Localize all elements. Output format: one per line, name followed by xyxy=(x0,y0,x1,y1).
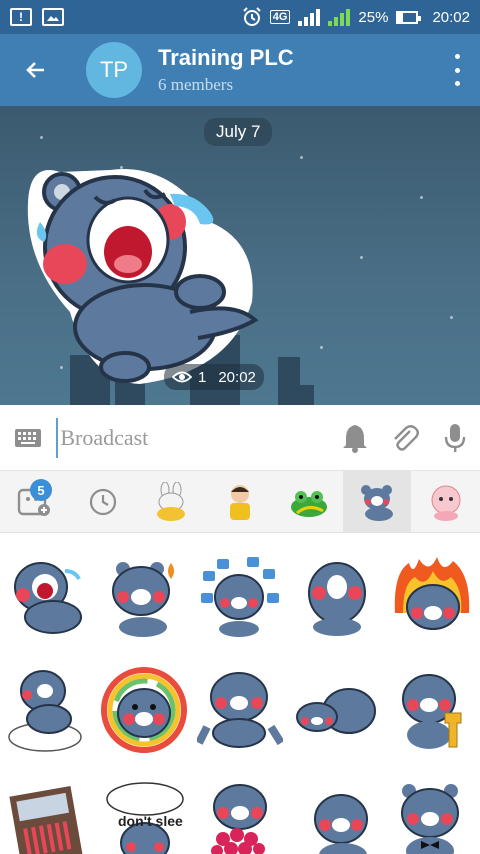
tab-girl-pack[interactable] xyxy=(411,471,480,533)
back-arrow-icon xyxy=(26,62,44,78)
crying-bear-sticker xyxy=(14,562,82,634)
tab-bear-pack[interactable] xyxy=(342,471,412,533)
voice-record-button[interactable] xyxy=(430,423,480,453)
gallery-icon xyxy=(42,8,64,26)
clock-icon xyxy=(89,488,116,516)
fire-bear-sticker xyxy=(112,562,174,637)
sticker-item[interactable] xyxy=(288,655,384,765)
chat-background: July 7 1 20:02 xyxy=(0,106,480,405)
sticker-item[interactable]: NO xyxy=(288,769,384,854)
message-meta: 1 20:02 xyxy=(164,364,264,390)
status-time: 20:02 xyxy=(432,8,470,26)
dancing-bear-sticker xyxy=(197,672,283,748)
bear-sticker-icon xyxy=(361,485,394,521)
bell-icon xyxy=(343,424,368,453)
sticker-grid: don't slee NO xyxy=(0,533,480,854)
battery-percent: 25% xyxy=(358,8,389,26)
views-count: 1 xyxy=(198,368,207,386)
chat-title: Training PLC xyxy=(158,45,294,70)
app-bar: TP Training PLC 6 members xyxy=(0,34,480,106)
members-count: 6 members xyxy=(158,75,234,94)
signal-icon xyxy=(298,8,321,26)
chat-avatar[interactable]: TP xyxy=(86,42,142,98)
tab-frog-pack[interactable] xyxy=(274,471,343,533)
silent-broadcast-button[interactable] xyxy=(330,423,380,453)
sticker-item[interactable] xyxy=(192,541,288,651)
sticker-item[interactable] xyxy=(192,655,288,765)
sticker-tab-bar: 5 xyxy=(0,471,480,533)
sticker-item[interactable] xyxy=(0,655,96,765)
signal-2-icon xyxy=(328,8,351,26)
sticker-item[interactable] xyxy=(96,655,192,765)
battery-icon xyxy=(396,10,422,24)
sticker-item[interactable] xyxy=(0,769,96,854)
rainbow-bear-sticker xyxy=(101,667,187,753)
sticker-item[interactable] xyxy=(384,655,480,765)
microphone-icon xyxy=(444,423,466,452)
tab-trending[interactable]: 5 xyxy=(0,471,69,533)
status-bar: ! 4G 25% 20:02 xyxy=(0,0,480,34)
sticker-item[interactable]: don't slee xyxy=(96,769,192,854)
attach-button[interactable] xyxy=(380,423,430,453)
girl-sticker-icon xyxy=(431,485,461,521)
network-type-label: 4G xyxy=(269,10,291,24)
no-bear-sticker xyxy=(314,794,368,854)
paperclip-icon xyxy=(394,424,420,451)
bowtie-bear-sticker xyxy=(401,784,459,854)
sticker-item[interactable] xyxy=(384,541,480,651)
sticker-item[interactable] xyxy=(384,769,480,854)
magic-circle-bear-sticker xyxy=(8,670,82,752)
angry-fire-bear-sticker xyxy=(394,557,470,630)
views-eye-icon xyxy=(172,371,192,383)
box-bear-sticker xyxy=(9,785,83,854)
tab-boy-pack[interactable] xyxy=(206,471,275,533)
tab-rabbit-pack[interactable] xyxy=(137,471,206,533)
cross-bear-sticker xyxy=(402,674,462,749)
alarm-icon xyxy=(243,7,261,26)
message-input[interactable] xyxy=(56,417,331,458)
crying-bear-sticker[interactable] xyxy=(20,152,260,392)
sticker-item[interactable] xyxy=(0,541,96,651)
keyboard-toggle-button[interactable] xyxy=(0,428,56,448)
frog-sticker-icon xyxy=(290,491,327,517)
sticker-item[interactable] xyxy=(288,541,384,651)
sticker-item[interactable] xyxy=(96,541,192,651)
tab-recent[interactable] xyxy=(69,471,138,533)
scared-bear-sticker xyxy=(308,562,366,636)
likes-bear-sticker xyxy=(201,557,279,637)
keyboard-icon xyxy=(15,428,42,447)
trending-badge: 5 xyxy=(30,479,52,501)
notification-icon: ! xyxy=(10,8,32,26)
back-button[interactable] xyxy=(0,34,72,106)
boy-sticker-icon xyxy=(229,485,250,520)
sticker-item[interactable] xyxy=(192,769,288,854)
chat-title-block[interactable]: Training PLC 6 members xyxy=(158,45,294,95)
message-input-bar xyxy=(0,405,480,471)
message-time: 20:02 xyxy=(218,368,256,386)
more-options-button[interactable] xyxy=(452,54,462,86)
flowers-bear-sticker xyxy=(211,784,267,854)
sticker-text-dont-sleep: don't slee xyxy=(118,813,183,829)
rabbit-sticker-icon xyxy=(157,482,186,521)
date-separator: July 7 xyxy=(204,118,273,146)
lying-bear-sticker xyxy=(296,688,376,734)
